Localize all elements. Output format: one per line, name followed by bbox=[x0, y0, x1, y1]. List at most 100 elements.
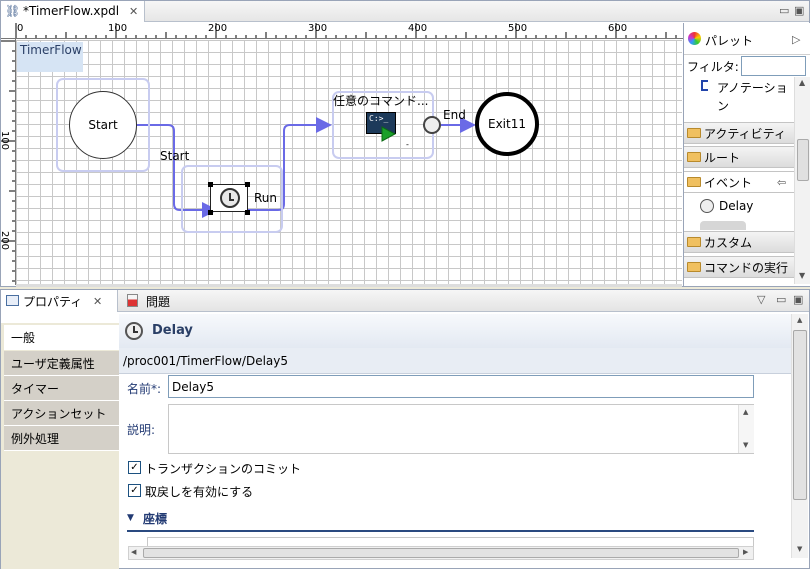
palette-panel: パレット ▷ フィルタ: アノテーション アクティビティ ルート イベント ⇦ D… bbox=[683, 23, 810, 286]
maximize-icon[interactable]: ▣ bbox=[794, 5, 804, 16]
ruler-top-100: 100 bbox=[108, 23, 128, 34]
sidebar-item-label: 例外処理 bbox=[11, 432, 60, 446]
end-flow-label: End bbox=[443, 108, 466, 122]
close-icon[interactable]: ✕ bbox=[129, 6, 138, 17]
properties-tab-bar: プロパティ ✕ 問題 ▽ ▭ ▣ bbox=[1, 290, 809, 312]
properties-panel: プロパティ ✕ 問題 ▽ ▭ ▣ 一般 ユーザ定義属性 タイマー アクションセッ… bbox=[0, 289, 810, 569]
palette-drawer-label: コマンドの実行 bbox=[704, 260, 789, 275]
close-icon[interactable]: ✕ bbox=[93, 296, 102, 307]
start-event-label: Start bbox=[88, 118, 118, 132]
handle[interactable] bbox=[208, 210, 213, 215]
run-triangle-icon bbox=[381, 126, 396, 142]
scroll-down-icon[interactable]: ▼ bbox=[743, 442, 748, 449]
scroll-up-icon[interactable]: ▲ bbox=[797, 317, 802, 324]
view-menu-icon[interactable]: ▽ bbox=[757, 294, 765, 305]
sidebar-item-action-set[interactable]: アクションセット bbox=[4, 401, 119, 426]
palette-drawer-custom[interactable]: カスタム bbox=[684, 231, 794, 253]
annotation-item[interactable]: アノテーション bbox=[684, 79, 794, 115]
scroll-left-icon[interactable]: ◀ bbox=[131, 549, 136, 556]
palette-drawer-route[interactable]: ルート bbox=[684, 146, 794, 168]
tab-properties[interactable]: プロパティ ✕ bbox=[1, 290, 118, 312]
undo-check-mark: ✓ bbox=[130, 485, 139, 496]
properties-sidebar: 一般 ユーザ定義属性 タイマー アクションセット 例外処理 bbox=[1, 323, 119, 569]
scroll-up-icon[interactable]: ▲ bbox=[743, 409, 748, 416]
minimize-icon[interactable]: ▭ bbox=[779, 5, 789, 16]
ruler-top-200: 200 bbox=[208, 23, 228, 34]
palette-drawer-label: イベント bbox=[704, 175, 753, 190]
description-field[interactable]: ▲ ▼ bbox=[168, 404, 754, 454]
scroll-right-icon[interactable]: ▶ bbox=[743, 549, 748, 556]
properties-content: Delay /proc001/TimerFlow/Delay5 名前*: 説明:… bbox=[119, 314, 791, 558]
maximize-icon[interactable]: ▣ bbox=[793, 294, 803, 305]
exit-event[interactable]: Exit11 bbox=[475, 92, 539, 156]
properties-header: Delay bbox=[119, 314, 791, 348]
properties-vertical-scrollbar[interactable]: ▲ ▼ bbox=[791, 314, 808, 558]
sidebar-item-label: アクションセット bbox=[11, 407, 107, 421]
undo-checkbox[interactable]: ✓ bbox=[128, 484, 141, 497]
editor-tab-bar: ⛓ *TimerFlow.xpdl ✕ ▭ ▣ bbox=[1, 1, 809, 22]
annotation-label: アノテーション bbox=[717, 81, 788, 113]
exit-event-label: Exit11 bbox=[488, 117, 526, 131]
handle[interactable] bbox=[245, 182, 250, 187]
description-scrollbar[interactable]: ▲ ▼ bbox=[738, 405, 754, 453]
section-coordinates-title[interactable]: 座標 bbox=[143, 510, 167, 527]
command-icon-text: C:>_ bbox=[369, 114, 389, 123]
palette-filter-input[interactable] bbox=[741, 56, 806, 76]
ruler-top: 0 100 200 300 400 500 600 bbox=[15, 23, 683, 39]
chevron-right-icon[interactable]: ▷ bbox=[792, 34, 800, 45]
properties-icon bbox=[6, 295, 19, 306]
pin-icon[interactable]: ⇦ bbox=[777, 177, 786, 188]
properties-scroll-thumb[interactable] bbox=[793, 330, 807, 500]
palette-title: パレット bbox=[705, 34, 754, 48]
sidebar-item-label: ユーザ定義属性 bbox=[11, 357, 95, 371]
section-expand-icon[interactable]: ▼ bbox=[127, 514, 134, 523]
folder-icon bbox=[687, 237, 701, 247]
sidebar-item-general[interactable]: 一般 bbox=[4, 325, 119, 350]
annotation-icon bbox=[701, 80, 708, 91]
timer-icon bbox=[700, 199, 714, 213]
tab-problems[interactable]: 問題 bbox=[119, 290, 179, 312]
diagram-canvas[interactable]: TimerFlow Start Start Run 任意のコマンド... C:>… bbox=[16, 40, 682, 284]
properties-horizontal-scrollbar[interactable]: ◀ ▶ bbox=[128, 546, 754, 560]
scroll-up-icon[interactable]: ▲ bbox=[799, 79, 805, 87]
palette-filter-label: フィルタ: bbox=[687, 60, 739, 74]
commit-checkbox[interactable]: ✓ bbox=[128, 461, 141, 474]
sidebar-item-label: タイマー bbox=[11, 382, 60, 396]
ruler-left-100: 100 bbox=[1, 130, 11, 151]
scroll-down-icon[interactable]: ▼ bbox=[797, 546, 802, 553]
editor-tab[interactable]: ⛓ *TimerFlow.xpdl ✕ bbox=[1, 1, 145, 22]
end-connector-icon[interactable] bbox=[423, 116, 441, 134]
ruler-top-300: 300 bbox=[308, 23, 328, 34]
problems-icon bbox=[127, 294, 138, 307]
palette-item-delay[interactable]: Delay bbox=[684, 195, 794, 219]
palette-scrollbar[interactable]: ▲ ▼ bbox=[794, 77, 810, 284]
properties-hscroll-thumb[interactable] bbox=[143, 548, 739, 558]
sidebar-item-exception[interactable]: 例外処理 bbox=[4, 426, 119, 451]
palette-drawer-activity[interactable]: アクティビティ bbox=[684, 122, 794, 144]
start-event[interactable]: Start bbox=[69, 91, 137, 159]
tab-properties-label: プロパティ bbox=[23, 295, 83, 309]
description-label: 説明: bbox=[127, 423, 156, 437]
palette-filter-row: フィルタ: bbox=[684, 55, 810, 77]
sidebar-item-timer[interactable]: タイマー bbox=[4, 376, 119, 401]
palette-scroll-thumb[interactable] bbox=[797, 139, 809, 181]
handle[interactable] bbox=[208, 182, 213, 187]
scroll-down-icon[interactable]: ▼ bbox=[799, 272, 805, 280]
minimize-icon[interactable]: ▭ bbox=[776, 294, 786, 305]
properties-title: Delay bbox=[152, 323, 193, 338]
editor-tab-title: *TimerFlow.xpdl bbox=[23, 4, 120, 18]
handle[interactable] bbox=[245, 210, 250, 215]
palette-drawer-label: アクティビティ bbox=[704, 126, 786, 141]
palette-drawer-label: ルート bbox=[704, 150, 741, 165]
properties-path-bar: /proc001/TimerFlow/Delay5 bbox=[119, 348, 791, 374]
name-field[interactable] bbox=[168, 375, 754, 398]
sidebar-item-user-attributes[interactable]: ユーザ定義属性 bbox=[4, 351, 119, 376]
folder-icon bbox=[687, 128, 701, 138]
diagram-file-icon: ⛓ bbox=[5, 4, 21, 18]
palette-drawer-command[interactable]: コマンドの実行 bbox=[684, 256, 794, 278]
palette-drawer-label: カスタム bbox=[704, 235, 753, 250]
undo-label: 取戻しを有効にする bbox=[145, 485, 254, 499]
palette-drawer-event[interactable]: イベント ⇦ bbox=[684, 171, 794, 193]
delay-node[interactable] bbox=[208, 182, 250, 215]
canvas-horizontal-scrollbar[interactable] bbox=[16, 284, 682, 287]
